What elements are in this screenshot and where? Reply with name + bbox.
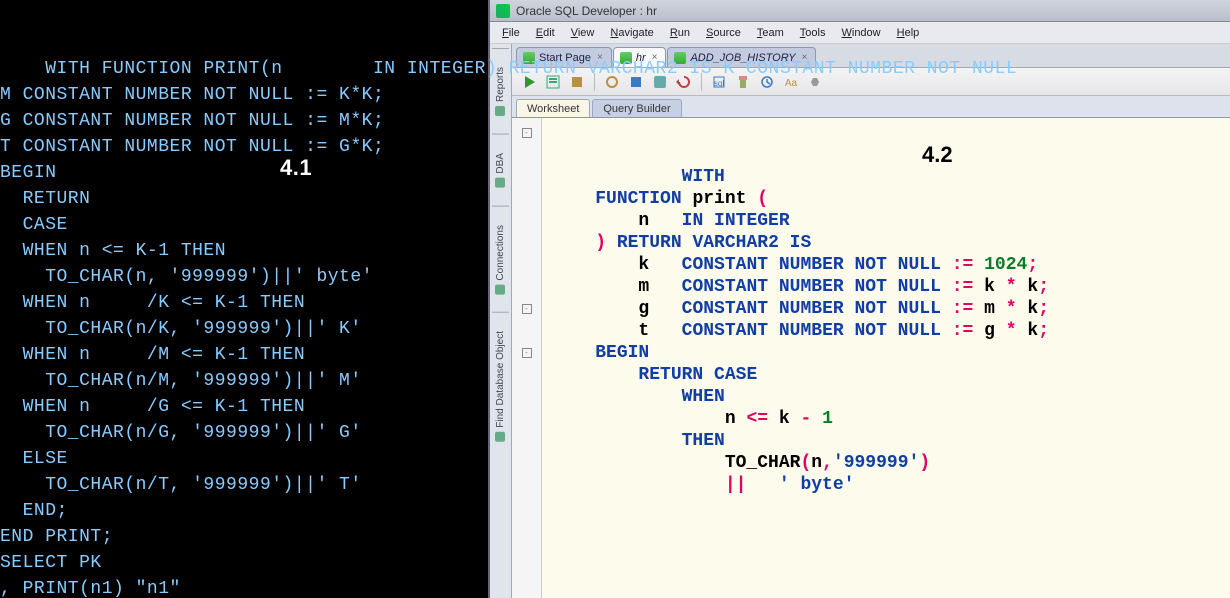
code-editor[interactable]: - - - 4.2 WITH FUNCTION print ( n IN INTEG… xyxy=(512,118,1230,598)
code-content[interactable]: 4.2 WITH FUNCTION print ( n IN INTEGER )… xyxy=(542,118,1230,598)
window-titlebar[interactable]: Oracle SQL Developer : hr xyxy=(490,0,1230,22)
fold-toggle-icon[interactable]: - xyxy=(522,304,532,314)
menu-item-edit[interactable]: Edit xyxy=(528,25,563,41)
window-title: Oracle SQL Developer : hr xyxy=(516,4,657,18)
code-gutter[interactable]: - - - xyxy=(512,118,542,598)
dock-tab-icon xyxy=(496,178,506,188)
menu-item-source[interactable]: Source xyxy=(698,25,749,41)
menu-item-view[interactable]: View xyxy=(563,25,603,41)
menu-item-team[interactable]: Team xyxy=(749,25,792,41)
worksheet-tab-worksheet[interactable]: Worksheet xyxy=(516,99,590,117)
menu-item-help[interactable]: Help xyxy=(889,25,928,41)
dock-tab-find-database-object[interactable]: Find Database Object xyxy=(492,312,509,460)
svg-text:sql: sql xyxy=(714,79,724,88)
worksheet-tab-strip: WorksheetQuery Builder xyxy=(512,96,1230,118)
menu-item-navigate[interactable]: Navigate xyxy=(602,25,661,41)
left-terminal-code: 4.1 WITH FUNCTION PRINT(n IN INTEGER) RE… xyxy=(0,0,488,598)
menu-bar: FileEditViewNavigateRunSourceTeamToolsWi… xyxy=(490,22,1230,44)
left-dock-tabs: ReportsDBAConnectionsFind Database Objec… xyxy=(490,44,512,598)
dock-tab-dba[interactable]: DBA xyxy=(492,134,509,206)
sql-developer-window: Oracle SQL Developer : hr FileEditViewNa… xyxy=(488,0,1230,598)
fold-toggle-icon[interactable]: - xyxy=(522,348,532,358)
menu-item-run[interactable]: Run xyxy=(662,25,698,41)
right-figure-label: 4.2 xyxy=(922,144,953,166)
dock-tab-icon xyxy=(496,106,506,116)
menu-item-tools[interactable]: Tools xyxy=(792,25,834,41)
fold-toggle-icon[interactable]: - xyxy=(522,128,532,138)
dock-tab-connections[interactable]: Connections xyxy=(492,206,509,313)
worksheet-tab-query-builder[interactable]: Query Builder xyxy=(592,99,681,117)
app-icon xyxy=(496,4,510,18)
menu-item-window[interactable]: Window xyxy=(833,25,888,41)
dock-tab-icon xyxy=(496,432,506,442)
dock-tab-reports[interactable]: Reports xyxy=(492,48,509,134)
left-figure-label: 4.1 xyxy=(280,155,312,181)
dock-tab-icon xyxy=(496,284,506,294)
menu-item-file[interactable]: File xyxy=(494,25,528,41)
svg-text:Aa: Aa xyxy=(785,78,798,89)
